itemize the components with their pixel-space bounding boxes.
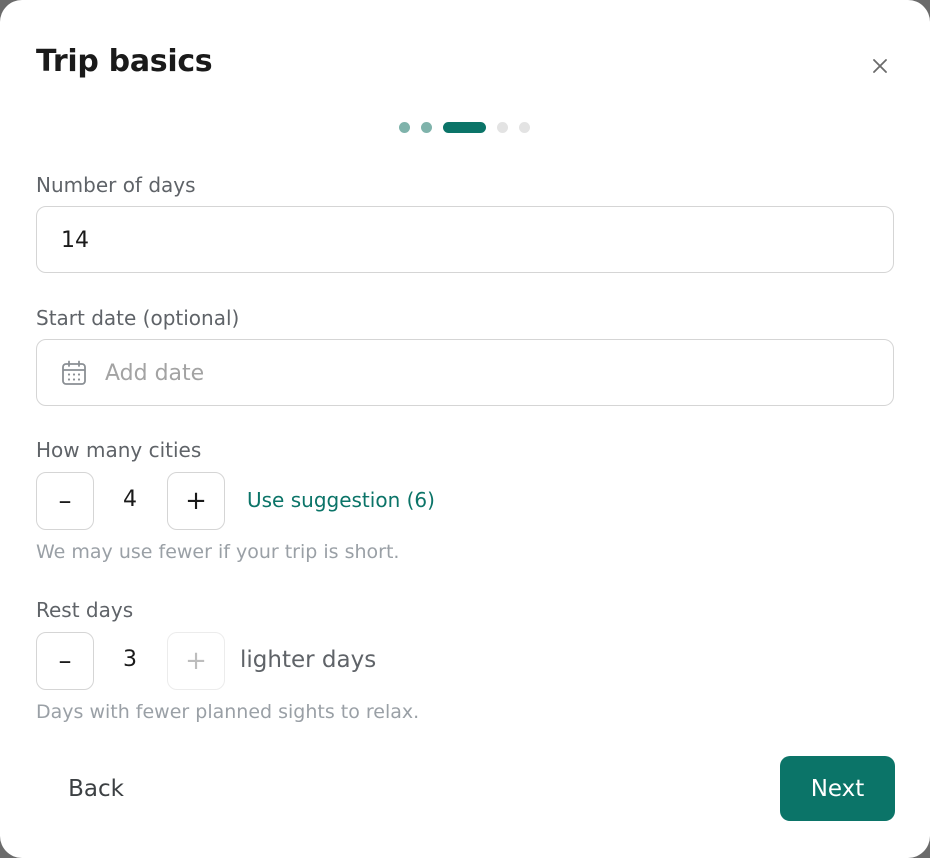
step-progress [399, 122, 530, 133]
step-dot-4 [497, 122, 508, 133]
rest-increment-button[interactable]: + [167, 632, 225, 690]
cities-hint: We may use fewer if your trip is short. [36, 541, 400, 563]
start-date-field[interactable] [36, 339, 894, 407]
rest-days-count: 3 [123, 647, 137, 672]
rest-decrement-button[interactable]: – [36, 632, 94, 690]
step-dot-1 [399, 122, 410, 133]
step-dot-3-active [443, 122, 486, 133]
days-input[interactable] [59, 207, 863, 274]
cities-label: How many cities [36, 438, 202, 462]
next-button[interactable]: Next [780, 756, 895, 821]
cities-decrement-button[interactable]: – [36, 472, 94, 530]
close-icon [873, 59, 887, 73]
close-button[interactable] [866, 52, 894, 80]
cities-count: 4 [123, 487, 137, 512]
dialog-title: Trip basics [36, 44, 213, 79]
rest-days-label: Rest days [36, 598, 134, 622]
back-button[interactable]: Back [36, 756, 156, 821]
use-suggestion-link[interactable]: Use suggestion (6) [247, 488, 435, 512]
calendar-icon [62, 360, 86, 385]
rest-days-suffix: lighter days [240, 647, 377, 673]
start-date-label: Start date (optional) [36, 306, 240, 330]
start-date-input[interactable] [103, 340, 867, 407]
days-label: Number of days [36, 173, 196, 197]
trip-basics-dialog: Trip basics Number of days Start date (o… [0, 0, 930, 858]
step-dot-5 [519, 122, 530, 133]
rest-days-hint: Days with fewer planned sights to relax. [36, 701, 420, 723]
step-dot-2 [421, 122, 432, 133]
cities-increment-button[interactable]: + [167, 472, 225, 530]
days-field[interactable] [36, 206, 894, 274]
